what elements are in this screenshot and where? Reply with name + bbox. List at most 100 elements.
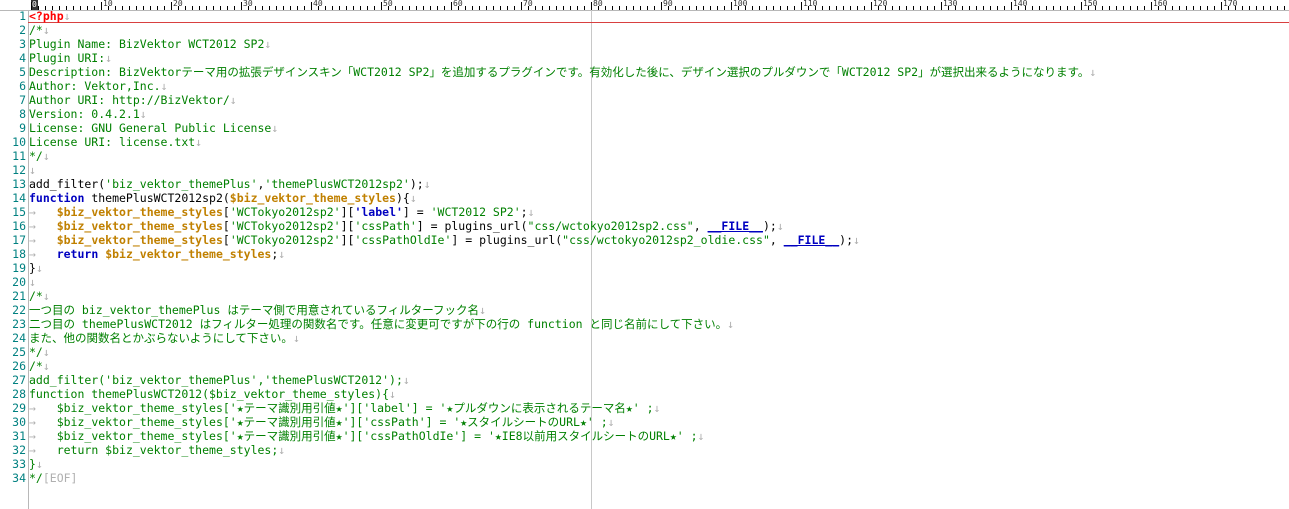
code-editor[interactable]: 1 <?php↓ 2/*↓ 3 Plugin Name: BizVektor WCT20… xyxy=(0,9,1289,485)
line-number: 33 xyxy=(12,457,26,471)
line-number: 28 xyxy=(12,387,26,401)
code-line[interactable]: 10 License URI: license.txt↓ xyxy=(0,135,1289,149)
code-token: themePlusWCT2012sp2( xyxy=(84,191,230,205)
whitespace-marker: → xyxy=(29,233,57,247)
whitespace-marker: ↓ xyxy=(139,107,147,121)
line-number: 9 xyxy=(19,121,26,135)
whitespace-marker: ↓ xyxy=(402,373,410,387)
line-code: add_filter('biz_vektor_themePlus','theme… xyxy=(29,177,431,191)
whitespace-marker: ↓ xyxy=(727,317,735,331)
code-line[interactable]: 27 add_filter('biz_vektor_themePlus','the… xyxy=(0,373,1289,387)
line-number: 17 xyxy=(12,233,26,247)
code-line[interactable]: 9 License: GNU General Public License↓ xyxy=(0,121,1289,135)
code-token: 二つ目の themePlusWCT2012 はフィルター処理の関数名です。任意に… xyxy=(29,317,728,331)
code-token: [ xyxy=(222,219,230,233)
code-token: Description: BizVektorテーマ用の拡張デザインスキン「WCT… xyxy=(29,65,1090,79)
ruler-label: 90 xyxy=(663,0,673,8)
code-token: ][ xyxy=(340,219,355,233)
code-line[interactable]: 20 ↓ xyxy=(0,275,1289,289)
line-number: 8 xyxy=(19,107,26,121)
code-token: ] = plugins_url( xyxy=(416,219,528,233)
line-number: 21 xyxy=(12,289,26,303)
code-token: $biz_vektor_theme_styles xyxy=(229,191,396,205)
whitespace-marker: ↓ xyxy=(1089,65,1097,79)
code-line[interactable]: 17 → $biz_vektor_theme_styles['WCTokyo201… xyxy=(0,233,1289,247)
code-line[interactable]: 3 Plugin Name: BizVektor WCT2012 SP2↓ xyxy=(0,37,1289,51)
code-line[interactable]: 15 → $biz_vektor_theme_styles['WCTokyo201… xyxy=(0,205,1289,219)
code-token: $biz_vektor_theme_styles xyxy=(105,247,272,261)
code-line[interactable]: 24 また、他の関数名とかぶらないようにして下さい。↓ xyxy=(0,331,1289,345)
code-line[interactable]: 18 → return $biz_vektor_theme_styles;↓ xyxy=(0,247,1289,261)
code-line[interactable]: 11 */↓ xyxy=(0,149,1289,163)
code-line[interactable]: 34 */[EOF] xyxy=(0,471,1289,485)
code-token: ] = xyxy=(402,205,431,219)
line-code: }↓ xyxy=(29,457,43,471)
code-line[interactable]: 26/*↓ xyxy=(0,359,1289,373)
code-token: add_filter('biz_vektor_themePlus','theme… xyxy=(29,373,403,387)
code-line[interactable]: 23 二つ目の themePlusWCT2012 はフィルター処理の関数名です。任… xyxy=(0,317,1289,331)
line-number: 12 xyxy=(12,163,26,177)
code-token: <?php xyxy=(29,9,64,23)
line-code: add_filter('biz_vektor_themePlus','theme… xyxy=(29,373,410,387)
ruler-label: 110 xyxy=(803,0,818,8)
code-token: Version: 0.4.2.1 xyxy=(29,107,140,121)
whitespace-marker: ↓ xyxy=(42,149,50,163)
line-code: Plugin Name: BizVektor WCT2012 SP2↓ xyxy=(29,37,271,51)
code-line[interactable]: 31 → $biz_vektor_theme_styles['★テーマ識別用引値★… xyxy=(0,429,1289,443)
code-line[interactable]: 2/*↓ xyxy=(0,23,1289,37)
code-line[interactable]: 12 ↓ xyxy=(0,163,1289,177)
code-token: ][ xyxy=(340,205,355,219)
line-number: 24 xyxy=(12,331,26,345)
code-token: License: GNU General Public License xyxy=(29,121,272,135)
code-line[interactable]: 19}↓ xyxy=(0,261,1289,275)
line-number: 6 xyxy=(19,79,26,93)
code-token: $biz_vektor_theme_styles xyxy=(56,219,223,233)
line-code: → $biz_vektor_theme_styles['WCTokyo2012s… xyxy=(29,205,535,219)
whitespace-marker: ↓ xyxy=(853,233,860,247)
code-line[interactable]: 29 → $biz_vektor_theme_styles['★テーマ識別用引値★… xyxy=(0,401,1289,415)
code-line[interactable]: 21/*↓ xyxy=(0,289,1289,303)
whitespace-marker: ↓ xyxy=(35,457,43,471)
line-number: 11 xyxy=(12,149,26,163)
code-line[interactable]: 33}↓ xyxy=(0,457,1289,471)
whitespace-marker: → xyxy=(29,219,57,233)
line-number: 4 xyxy=(19,51,26,65)
code-line[interactable]: 1 <?php↓ xyxy=(0,9,1289,23)
line-code: */↓ xyxy=(29,149,50,163)
code-token: ; xyxy=(520,205,528,219)
line-number: 5 xyxy=(19,65,26,79)
code-token: 'WCTokyo2012sp2' xyxy=(229,219,341,233)
line-code: */[EOF] xyxy=(29,471,77,485)
code-token: Author URI: http://BizVektor/ xyxy=(29,93,230,107)
code-line[interactable]: 5 Description: BizVektorテーマ用の拡張デザインスキン「WC… xyxy=(0,65,1289,79)
code-token: Plugin Name: BizVektor WCT2012 SP2 xyxy=(29,37,265,51)
code-line[interactable]: 25 */↓ xyxy=(0,345,1289,359)
line-number: 13 xyxy=(12,177,26,191)
code-token: $biz_vektor_theme_styles xyxy=(56,233,223,247)
code-line[interactable]: 32 → return $biz_vektor_theme_styles;↓ xyxy=(0,443,1289,457)
line-code: Author: Vektor,Inc.↓ xyxy=(29,79,168,93)
code-line[interactable]: 4 Plugin URI:↓ xyxy=(0,51,1289,65)
ruler-label: 130 xyxy=(943,0,958,8)
line-code: 二つ目の themePlusWCT2012 はフィルター処理の関数名です。任意に… xyxy=(29,317,734,331)
ruler-label: 30 xyxy=(243,0,253,8)
code-token: 'cssPath' xyxy=(354,219,417,233)
ruler-label: 100 xyxy=(733,0,748,8)
whitespace-marker: → xyxy=(29,415,57,429)
code-line[interactable]: 8 Version: 0.4.2.1↓ xyxy=(0,107,1289,121)
whitespace-marker: → xyxy=(29,401,57,415)
whitespace-marker: ↓ xyxy=(653,401,661,415)
code-line[interactable]: 28 function themePlusWCT2012($biz_vektor_… xyxy=(0,387,1289,401)
ruler-label: 120 xyxy=(873,0,888,8)
ruler-label: 80 xyxy=(593,0,603,8)
code-line[interactable]: 7 Author URI: http://BizVektor/↓ xyxy=(0,93,1289,107)
code-line[interactable]: 6 Author: Vektor,Inc.↓ xyxy=(0,79,1289,93)
code-line[interactable]: 16 → $biz_vektor_theme_styles['WCTokyo201… xyxy=(0,219,1289,233)
code-token: add_filter( xyxy=(29,177,106,191)
code-line[interactable]: 13 add_filter('biz_vektor_themePlus','the… xyxy=(0,177,1289,191)
code-line[interactable]: 14 function themePlusWCT2012sp2($biz_vekt… xyxy=(0,191,1289,205)
code-line[interactable]: 22 一つ目の biz_vektor_themePlus はテーマ側で用意されてい… xyxy=(0,303,1289,317)
whitespace-marker: ↓ xyxy=(409,191,417,205)
code-line[interactable]: 30 → $biz_vektor_theme_styles['★テーマ識別用引値★… xyxy=(0,415,1289,429)
ruler-label: 170 xyxy=(1223,0,1238,8)
